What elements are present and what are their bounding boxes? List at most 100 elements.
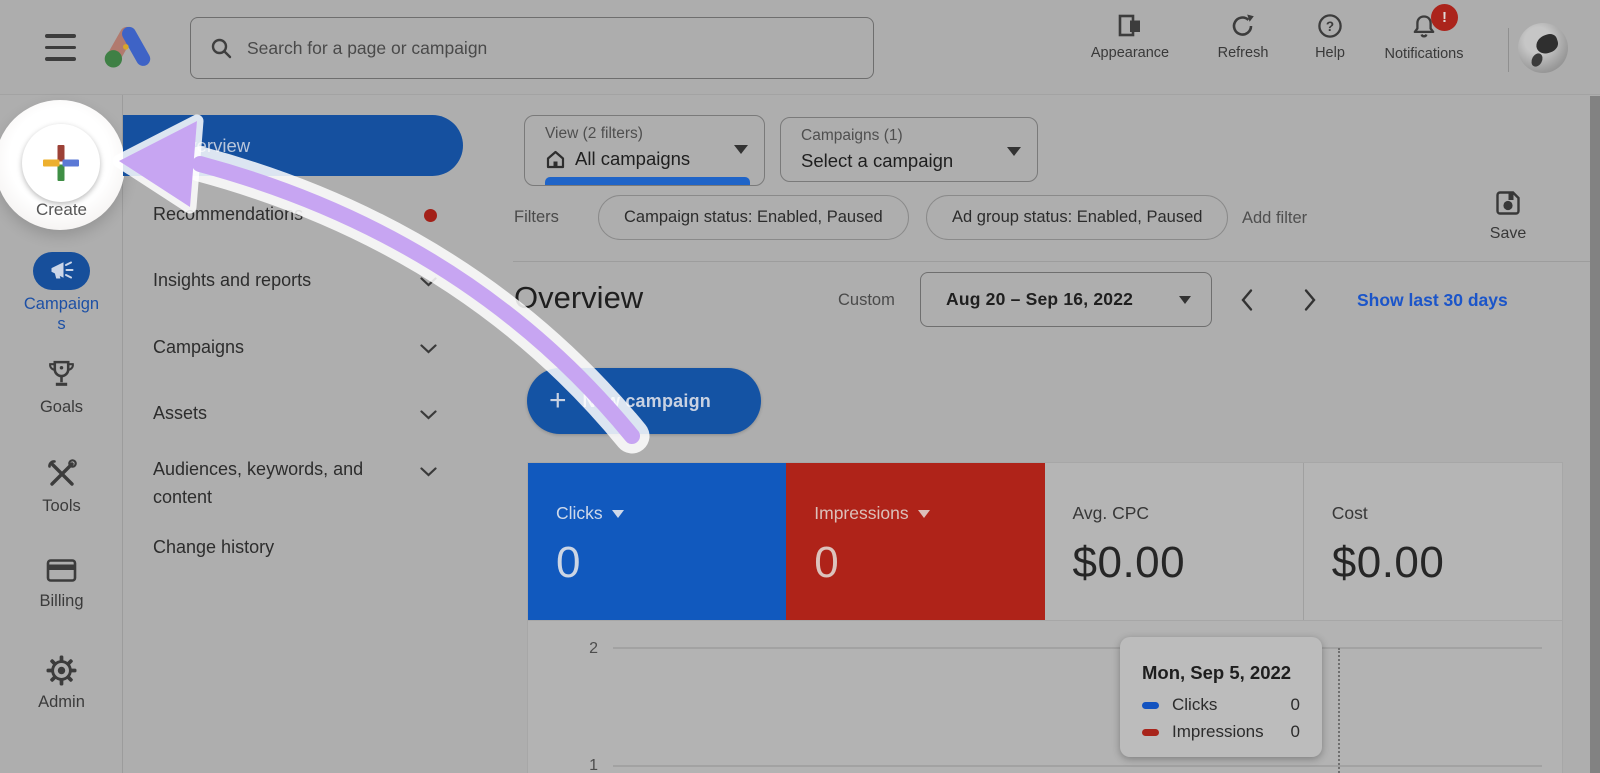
hover-crosshair-line (1338, 648, 1340, 773)
impressions-series-swatch (1142, 728, 1159, 736)
tooltip-impressions-label: Impressions (1172, 722, 1264, 741)
filter-chip-campaign-status[interactable]: Campaign status: Enabled, Paused (598, 195, 909, 240)
refresh-label: Refresh (1217, 45, 1269, 61)
page-scrollbar[interactable] (1590, 96, 1600, 773)
y-axis-tick: 2 (589, 640, 598, 657)
navigation-rail: Create Campaigns Goals Tools Billing Adm… (0, 95, 125, 773)
rail-label-billing: Billing (39, 592, 84, 610)
save-label: Save (1489, 225, 1527, 242)
rail-item-tools[interactable]: Tools (0, 457, 123, 516)
scorecard-avg-cpc-value: $0.00 (1072, 538, 1186, 587)
create-button[interactable] (22, 124, 100, 202)
top-app-bar: Appearance Refresh ? Help (0, 0, 1600, 95)
appearance-label: Appearance (1090, 45, 1170, 61)
help-button[interactable]: ? Help (1304, 13, 1356, 62)
filter-chip-ad-group-status[interactable]: Ad group status: Enabled, Paused (926, 195, 1229, 240)
rail-label-admin: Admin (38, 693, 85, 711)
next-period-button[interactable] (1303, 288, 1317, 312)
search-input[interactable] (247, 37, 855, 59)
credit-card-icon (46, 558, 77, 583)
dropdown-caret-icon (1179, 295, 1191, 304)
campaign-selector-value: Select a campaign (801, 150, 954, 171)
view-selector-value: All campaigns (575, 148, 691, 169)
clicks-series-swatch (1142, 701, 1159, 709)
active-view-indicator (545, 177, 750, 185)
date-range-selector[interactable]: Aug 20 – Sep 16, 2022 (920, 272, 1212, 327)
dropdown-caret-icon (734, 145, 748, 154)
help-icon: ? (1317, 13, 1343, 39)
recommendations-dot-badge (424, 209, 437, 222)
previous-period-button[interactable] (1240, 288, 1254, 312)
new-campaign-label: New campaign (582, 390, 711, 411)
dropdown-caret-icon[interactable] (917, 509, 930, 518)
trophy-icon (45, 358, 78, 391)
create-plus-icon (41, 143, 81, 183)
scorecard-impressions-value: 0 (814, 538, 840, 587)
scorecard-clicks[interactable]: Clicks 0 (528, 463, 787, 620)
notifications-button[interactable]: Notifications ! (1374, 4, 1474, 62)
rail-item-goals[interactable]: Goals (0, 358, 123, 417)
date-range-value: Aug 20 – Sep 16, 2022 (946, 289, 1134, 309)
appearance-button[interactable]: Appearance (1078, 13, 1182, 62)
scorecard-impressions[interactable]: Impressions 0 (786, 463, 1045, 620)
svg-text:?: ? (1326, 19, 1334, 34)
rail-item-billing[interactable]: Billing (0, 558, 123, 611)
view-selector[interactable]: View (2 filters) All campaigns (524, 115, 765, 186)
save-button[interactable]: Save (1478, 188, 1538, 243)
account-avatar[interactable] (1518, 23, 1568, 73)
scorecard-cost-label: Cost (1331, 503, 1368, 523)
view-selector-label: View (2 filters) (545, 125, 643, 142)
notification-badge: ! (1431, 4, 1458, 31)
dropdown-caret-icon[interactable] (611, 509, 624, 518)
drawer-item-overview[interactable]: Overview (123, 115, 463, 176)
drawer-label-overview: Overview (173, 134, 251, 156)
main-menu-icon[interactable] (45, 34, 76, 61)
rail-label-goals: Goals (39, 398, 84, 416)
drawer-item-change-history[interactable]: Change history (153, 537, 274, 558)
chart-tooltip: Mon, Sep 5, 2022 Clicks 0 Impressions 0 (1120, 637, 1322, 757)
drawer-item-recommendations[interactable]: Recommendations (153, 204, 303, 225)
scorecard-impressions-label: Impressions (814, 503, 909, 523)
drawer-item-insights[interactable]: Insights and reports (153, 270, 311, 291)
date-mode-label: Custom (838, 291, 895, 309)
scorecard-avg-cpc[interactable]: Avg. CPC $0.00 (1044, 463, 1303, 620)
plus-icon: + (549, 384, 567, 417)
rail-item-admin[interactable]: Admin (0, 655, 123, 712)
global-search (190, 17, 874, 79)
tooltip-clicks-value: 0 (1290, 695, 1300, 714)
show-last-30-days-link[interactable]: Show last 30 days (1357, 290, 1508, 311)
home-icon (545, 149, 566, 170)
refresh-icon (1230, 13, 1256, 39)
gridline (613, 765, 1542, 767)
timeseries-chart[interactable]: 2 1 (527, 621, 1563, 773)
dropdown-caret-icon (1007, 147, 1021, 156)
drawer-item-audiences[interactable]: Audiences, keywords, and content (153, 455, 425, 511)
add-filter-button[interactable]: Add filter (1242, 209, 1307, 228)
search-icon (209, 36, 233, 60)
rail-item-campaigns[interactable]: Campaigns (0, 252, 123, 334)
campaigns-active-pill (33, 252, 90, 290)
scorecard-cost-value: $0.00 (1331, 538, 1445, 587)
create-label: Create (35, 200, 88, 219)
scorecard-clicks-label: Clicks (556, 503, 603, 523)
drawer-item-assets[interactable]: Assets (153, 403, 207, 424)
scorecard-clicks-value: 0 (556, 538, 581, 587)
megaphone-icon (50, 261, 74, 281)
chevron-down-icon (420, 467, 437, 477)
gridline (613, 647, 1542, 649)
tooltip-date: Mon, Sep 5, 2022 (1142, 662, 1292, 683)
page-title: Overview (514, 280, 644, 315)
new-campaign-button[interactable]: + New campaign (527, 368, 761, 434)
appearance-icon (1117, 13, 1144, 39)
save-icon (1493, 188, 1523, 218)
refresh-button[interactable]: Refresh (1200, 13, 1286, 62)
tooltip-clicks-label: Clicks (1172, 695, 1218, 714)
scorecard-cost[interactable]: Cost $0.00 (1302, 463, 1562, 620)
topbar-actions: Appearance Refresh ? Help Notifications … (1078, 4, 1474, 62)
scorecard-avg-cpc-label: Avg. CPC (1072, 503, 1150, 523)
tools-icon (45, 457, 79, 489)
scorecard-strip: Clicks 0 Impressions 0 Avg. CPC $0.00 Co… (527, 462, 1563, 621)
campaign-selector[interactable]: Campaigns (1) Select a campaign (780, 117, 1038, 182)
drawer-item-campaigns[interactable]: Campaigns (153, 337, 244, 358)
google-ads-app: Appearance Refresh ? Help (0, 0, 1600, 773)
